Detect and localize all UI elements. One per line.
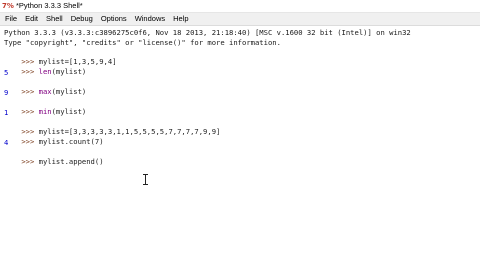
menu-options[interactable]: Options <box>97 13 131 25</box>
window-title: *Python 3.3.3 Shell* <box>16 1 83 10</box>
builtin-function: min <box>38 107 52 116</box>
function-argument: (mylist) <box>51 87 87 96</box>
banner-version-line: Python 3.3.3 (v3.3.3:c3896275c0f6, Nov 1… <box>4 28 411 37</box>
shell-input-line: >>> mylist.count(7) <box>4 128 103 146</box>
shell-output: 1 <box>4 108 9 117</box>
builtin-function: max <box>38 87 52 96</box>
menu-edit[interactable]: Edit <box>21 13 42 25</box>
shell-output: 5 <box>4 68 9 77</box>
shell-command: mylist.count(7) <box>38 137 104 146</box>
shell-prompt: >>> <box>21 67 39 76</box>
shell-prompt: >>> <box>21 107 39 116</box>
shell-text-area[interactable]: Python 3.3.3 (v3.3.3:c3896275c0f6, Nov 1… <box>0 26 480 270</box>
mouse-ibeam-cursor-icon <box>143 174 148 185</box>
shell-prompt: >>> <box>21 87 39 96</box>
shell-current-input-line[interactable]: >>> mylist.append() <box>4 148 103 166</box>
shell-current-command[interactable]: mylist.append() <box>39 157 104 166</box>
python-idle-icon: 7% <box>2 2 14 10</box>
shell-output: 9 <box>4 88 9 97</box>
menu-shell[interactable]: Shell <box>42 13 67 25</box>
title-bar: 7% *Python 3.3.3 Shell* <box>0 0 480 13</box>
function-argument: (mylist) <box>51 67 87 76</box>
menu-debug[interactable]: Debug <box>67 13 97 25</box>
shell-input-line: >>> len(mylist) <box>4 58 86 76</box>
menu-help[interactable]: Help <box>169 13 192 25</box>
shell-output: 4 <box>4 138 9 147</box>
shell-prompt: >>> <box>21 137 39 146</box>
shell-input-line: >>> max(mylist) <box>4 78 86 96</box>
shell-input-line: >>> mylist=[1,3,5,9,4] <box>4 48 116 66</box>
builtin-function: len <box>38 67 52 76</box>
function-argument: (mylist) <box>51 107 87 116</box>
shell-input-line: >>> min(mylist) <box>4 98 86 116</box>
shell-input-line: >>> mylist=[3,3,3,3,3,1,1,5,5,5,5,7,7,7,… <box>4 118 220 136</box>
shell-prompt: >>> <box>21 157 39 166</box>
banner-info-line: Type "copyright", "credits" or "license(… <box>4 38 281 47</box>
menu-file[interactable]: File <box>0 13 21 25</box>
menu-bar: File Edit Shell Debug Options Windows He… <box>0 13 480 26</box>
menu-windows[interactable]: Windows <box>131 13 169 25</box>
